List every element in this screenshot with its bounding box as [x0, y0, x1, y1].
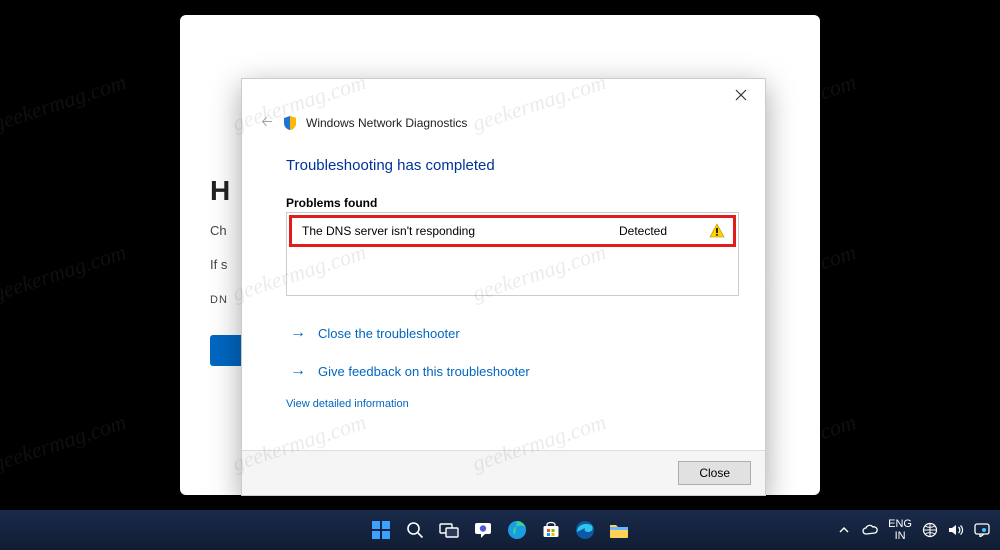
dialog-header-row: 🡠 Windows Network Diagnostics	[242, 111, 765, 141]
lang-top: ENG	[888, 518, 912, 530]
problems-box: The DNS server isn't responding Detected	[286, 212, 739, 296]
taskbar-center	[367, 516, 633, 544]
give-feedback-label: Give feedback on this troubleshooter	[318, 364, 530, 379]
task-view-icon[interactable]	[435, 516, 463, 544]
shield-icon	[282, 115, 298, 131]
dialog-headline: Troubleshooting has completed	[286, 157, 739, 174]
close-troubleshooter-link[interactable]: → Close the troubleshooter	[286, 314, 739, 352]
dialog-footer: Close	[242, 450, 765, 495]
problems-found-label: Problems found	[286, 196, 739, 210]
system-tray: ENG IN	[836, 518, 990, 542]
problem-name: The DNS server isn't responding	[302, 224, 619, 238]
tray-chevron-icon[interactable]	[836, 522, 852, 538]
dialog-titlebar	[242, 79, 765, 111]
taskbar: ENG IN	[0, 510, 1000, 550]
start-button[interactable]	[367, 516, 395, 544]
problem-row[interactable]: The DNS server isn't responding Detected	[289, 215, 736, 247]
close-button[interactable]: Close	[678, 461, 751, 485]
give-feedback-link[interactable]: → Give feedback on this troubleshooter	[286, 352, 739, 390]
store-icon[interactable]	[537, 516, 565, 544]
arrow-right-icon: →	[290, 324, 306, 342]
file-explorer-icon[interactable]	[605, 516, 633, 544]
network-icon[interactable]	[922, 522, 938, 538]
search-icon[interactable]	[401, 516, 429, 544]
edge-icon[interactable]	[503, 516, 531, 544]
network-diagnostics-dialog: 🡠 Windows Network Diagnostics Troublesho…	[241, 78, 766, 496]
notification-dot	[982, 528, 986, 532]
notifications-icon[interactable]	[974, 522, 990, 538]
close-troubleshooter-label: Close the troubleshooter	[318, 326, 460, 341]
view-detailed-info-link[interactable]: View detailed information	[286, 398, 409, 410]
arrow-right-icon: →	[290, 362, 306, 380]
chat-icon[interactable]	[469, 516, 497, 544]
warning-icon	[709, 223, 725, 239]
onedrive-icon[interactable]	[862, 522, 878, 538]
problem-status: Detected	[619, 224, 709, 238]
dialog-title: Windows Network Diagnostics	[306, 116, 467, 130]
language-indicator[interactable]: ENG IN	[888, 518, 912, 542]
volume-icon[interactable]	[948, 522, 964, 538]
close-icon[interactable]	[721, 81, 761, 109]
lang-bottom: IN	[888, 530, 912, 542]
back-arrow-icon[interactable]: 🡠	[260, 111, 274, 135]
edge-pinned-icon[interactable]	[571, 516, 599, 544]
